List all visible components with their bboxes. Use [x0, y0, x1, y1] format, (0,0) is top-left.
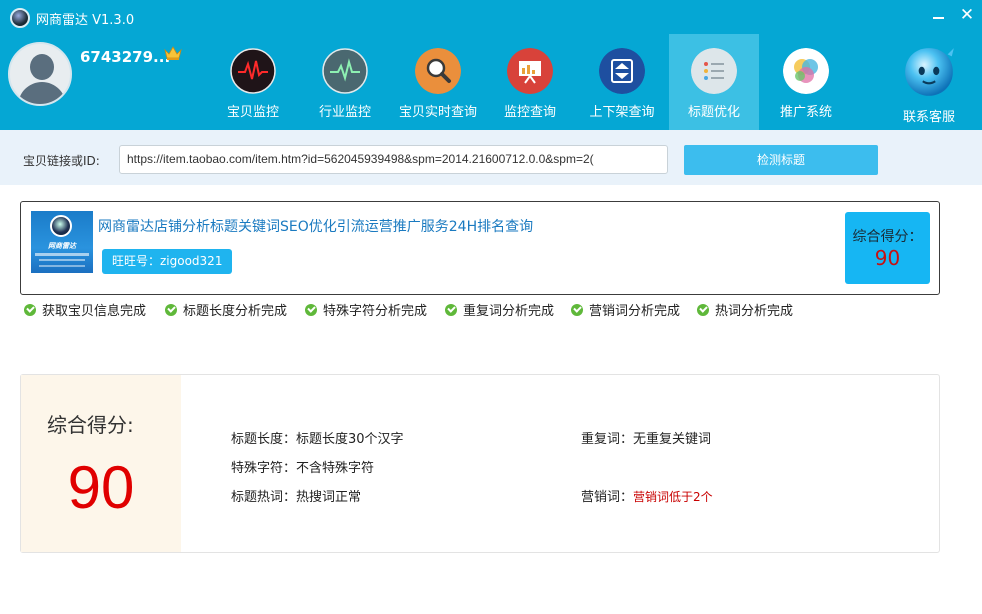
product-card: 网商雷达 网商雷达店铺分析标题关键词SEO优化引流运营推广服务24H排名查询 旺…: [20, 201, 940, 295]
detail-marketing-label: 营销词：: [581, 490, 634, 505]
check-icon: [165, 304, 177, 316]
presentation-icon: [507, 48, 553, 94]
detail-marketing-value: 营销词低于2个: [633, 490, 713, 504]
detail-hot-words: 标题热词：热搜词正常: [231, 490, 362, 505]
status-item: 重复词分析完成: [445, 300, 554, 320]
updown-icon: [599, 48, 645, 94]
nav-label: 行业监控: [318, 105, 371, 120]
header-bar: 网商雷达 V1.3.0 ✕ 6743279... 宝贝监控 行业监控 宝贝实时查…: [0, 0, 982, 130]
summary-score-label: 综合得分:: [47, 413, 134, 437]
status-row: 获取宝贝信息完成 标题长度分析完成 特殊字符分析完成 重复词分析完成 营销词分析…: [24, 300, 924, 320]
url-input[interactable]: https://item.taobao.com/item.htm?id=5620…: [119, 145, 668, 174]
summary-score-value: 90: [67, 454, 135, 521]
wangwang-badge: 旺旺号：zigood321: [102, 249, 233, 274]
nav-label: 联系客服: [902, 110, 955, 125]
check-icon: [24, 304, 36, 316]
heartbeat-icon: [230, 48, 276, 94]
minimize-button[interactable]: [928, 4, 950, 26]
nav-item-support[interactable]: 联系客服: [884, 34, 974, 130]
url-bar: 宝贝链接或ID: https://item.taobao.com/item.ht…: [0, 130, 982, 185]
score-label: 综合得分：: [852, 229, 923, 245]
nav-label: 宝贝监控: [226, 105, 279, 120]
nav-item-title-optimize[interactable]: 标题优化: [669, 34, 759, 130]
nav-item-baby-monitor[interactable]: 宝贝监控: [208, 34, 298, 130]
detail-title-length: 标题长度：标题长度30个汉字: [231, 432, 404, 447]
product-image[interactable]: 网商雷达: [31, 211, 93, 273]
status-item: 标题长度分析完成: [165, 300, 287, 320]
score-box: 综合得分： 90: [845, 212, 930, 284]
nav-item-shelf-query[interactable]: 上下架查询: [577, 34, 667, 130]
check-icon: [305, 304, 317, 316]
avatar[interactable]: [8, 42, 72, 106]
summary-panel: 综合得分: 90 标题长度：标题长度30个汉字 特殊字符：不含特殊字符 标题热词…: [20, 374, 940, 553]
url-label: 宝贝链接或ID:: [23, 154, 100, 168]
status-item: 营销词分析完成: [571, 300, 680, 320]
nav-label: 上下架查询: [589, 105, 655, 120]
nav-item-industry-monitor[interactable]: 行业监控: [300, 34, 390, 130]
nav-label: 宝贝实时查询: [398, 105, 477, 120]
detail-special-chars: 特殊字符：不含特殊字符: [231, 461, 375, 476]
nav-label: 标题优化: [687, 105, 740, 120]
nav-item-promotion[interactable]: 推广系统: [761, 34, 851, 130]
app-title: 网商雷达 V1.3.0: [36, 13, 135, 28]
app-logo-icon: [10, 8, 30, 28]
status-item: 热词分析完成: [697, 300, 793, 320]
check-icon: [571, 304, 583, 316]
title-bar[interactable]: 网商雷达 V1.3.0 ✕: [0, 0, 982, 36]
nav-label: 监控查询: [503, 105, 556, 120]
summary-score-panel: 综合得分: 90: [21, 375, 181, 552]
nav-item-monitor-query[interactable]: 监控查询: [485, 34, 575, 130]
status-item: 获取宝贝信息完成: [24, 300, 146, 320]
crown-icon: [164, 46, 182, 60]
product-title[interactable]: 网商雷达店铺分析标题关键词SEO优化引流运营推广服务24H排名查询: [98, 216, 533, 236]
check-icon: [445, 304, 457, 316]
detail-marketing: 营销词：营销词低于2个: [581, 486, 713, 505]
check-icon: [697, 304, 709, 316]
status-item: 特殊字符分析完成: [305, 300, 427, 320]
nav-label: 推广系统: [779, 105, 832, 120]
score-value: 90: [874, 246, 901, 270]
color-circles-icon: [783, 48, 829, 94]
user-id: 6743279...: [80, 48, 171, 66]
detail-duplicates: 重复词：无重复关键词: [581, 432, 712, 447]
notes-icon: [691, 48, 737, 94]
nav-item-realtime-query[interactable]: 宝贝实时查询: [393, 34, 483, 130]
product-image-text: 网商雷达: [48, 242, 76, 250]
detect-title-button[interactable]: 检测标题: [684, 145, 878, 175]
ecg-icon: [322, 48, 368, 94]
close-button[interactable]: ✕: [956, 4, 978, 26]
app-window: 网商雷达 V1.3.0 ✕ 6743279... 宝贝监控 行业监控 宝贝实时查…: [0, 0, 982, 614]
support-bot-icon: [905, 48, 954, 96]
search-icon: [415, 48, 461, 94]
